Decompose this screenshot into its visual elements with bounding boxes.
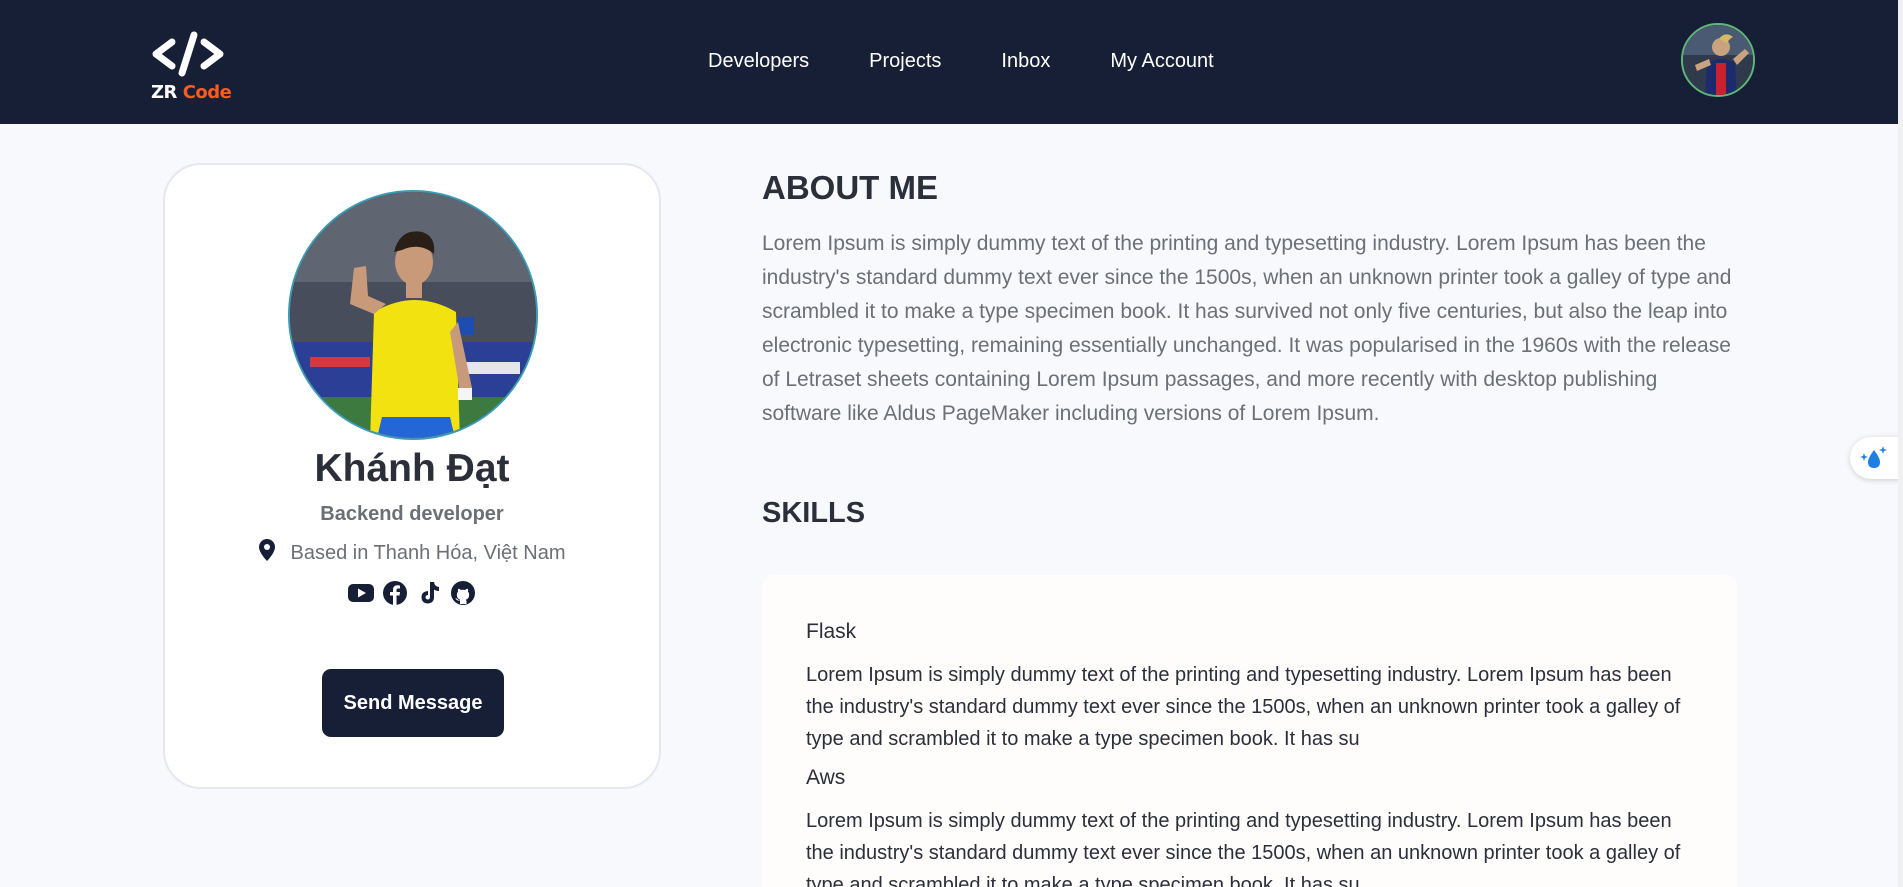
skill-description: Lorem Ipsum is simply dummy text of the … — [806, 810, 1681, 887]
profile-name: Khánh Đạt — [314, 447, 510, 490]
floating-assistant-button[interactable] — [1850, 437, 1903, 479]
zr-code-logo[interactable]: ZR Code — [150, 30, 240, 105]
logo-zr-text: ZR — [151, 82, 177, 103]
skill-description: Lorem Ipsum is simply dummy text of the … — [806, 664, 1681, 750]
page-scrollbar[interactable] — [1898, 0, 1903, 887]
about-heading: ABOUT ME — [762, 169, 938, 206]
github-icon[interactable] — [450, 580, 476, 606]
user-avatar[interactable] — [1681, 23, 1755, 97]
profile-photo — [288, 190, 538, 440]
logo-wordmark: ZR Code — [151, 82, 232, 103]
skill-name: Flask — [806, 620, 857, 643]
sparkle-drop-icon — [1860, 446, 1887, 468]
skill-name: Aws — [806, 766, 846, 789]
youtube-icon[interactable] — [348, 580, 374, 606]
tiktok-icon[interactable] — [416, 580, 442, 606]
skills-list: Flask Lorem Ipsum is simply dummy text o… — [762, 575, 1737, 887]
map-pin-icon — [258, 539, 275, 567]
skill-item: Aws Lorem Ipsum is simply dummy text of … — [806, 763, 1693, 887]
code-brackets-icon — [152, 31, 224, 77]
nav-link-projects[interactable]: Projects — [869, 50, 941, 73]
top-navbar: ZR Code Developers Projects Inbox My Acc… — [0, 0, 1898, 124]
profile-role: Backend developer — [320, 503, 504, 525]
send-message-button[interactable]: Send Message — [322, 669, 504, 737]
nav-link-developers[interactable]: Developers — [708, 50, 809, 73]
skills-heading: SKILLS — [762, 497, 866, 529]
logo-code-text: Code — [182, 82, 232, 103]
skill-item: Flask Lorem Ipsum is simply dummy text o… — [806, 617, 1693, 755]
social-links — [165, 580, 659, 606]
profile-location: Based in Thanh Hóa, Việt Nam — [165, 539, 659, 567]
nav-link-my-account[interactable]: My Account — [1110, 50, 1213, 73]
main-nav: Developers Projects Inbox My Account — [708, 50, 1274, 73]
nav-link-inbox[interactable]: Inbox — [1001, 50, 1050, 73]
facebook-icon[interactable] — [382, 580, 408, 606]
about-text: Lorem Ipsum is simply dummy text of the … — [762, 232, 1732, 425]
profile-location-text: Based in Thanh Hóa, Việt Nam — [290, 541, 566, 564]
profile-card: Khánh Đạt Backend developer Based in Tha… — [163, 163, 661, 789]
